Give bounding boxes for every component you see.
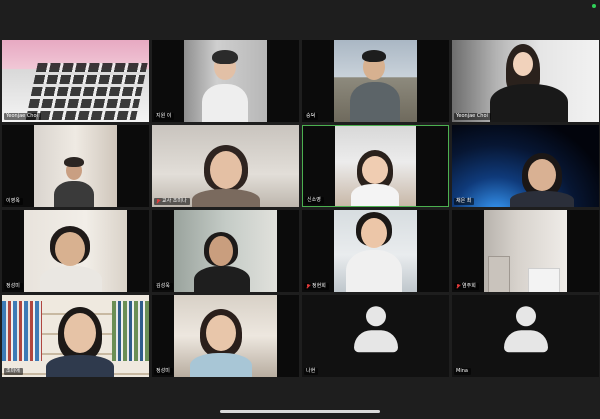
video-feed — [174, 210, 277, 292]
participant-name-tag: 나현 — [304, 368, 319, 375]
video-grid: Yeonjae Choi 지원 이 승덕 Yeonjae Choi 이영옥 교사… — [2, 40, 599, 378]
video-feed — [452, 125, 599, 207]
participant-name-tag: Yeonjae Choi — [454, 113, 491, 120]
video-tile[interactable]: 지원 이 — [152, 40, 299, 122]
participant-name-tag: 김성욱 — [154, 283, 173, 290]
participant-name-tag: Yeonjae Choi — [4, 113, 41, 120]
participant-name-tag: 교사 조미나 — [154, 198, 190, 205]
video-feed — [334, 126, 417, 206]
video-tile[interactable]: Mina — [452, 295, 599, 377]
video-feed — [334, 210, 417, 292]
video-tile[interactable]: 조미애 — [2, 295, 149, 377]
participant-name-tag: 조미애 — [4, 368, 23, 375]
video-feed — [452, 40, 599, 122]
video-tile[interactable]: 정성미 — [152, 295, 299, 377]
video-feed — [2, 295, 149, 377]
participant-name-tag: 정성미 — [4, 283, 23, 290]
video-tile[interactable]: 나현 — [302, 295, 449, 377]
video-tile[interactable]: 정성미 — [2, 210, 149, 292]
video-tile[interactable]: Yeonjae Choi — [2, 40, 149, 122]
video-tile[interactable]: 염주희 — [452, 210, 599, 292]
video-feed — [334, 40, 417, 122]
video-tile-active-speaker[interactable]: 신소영 — [302, 125, 449, 207]
home-indicator[interactable] — [220, 410, 380, 413]
video-feed — [184, 40, 267, 122]
video-feed — [24, 210, 127, 292]
participant-name-tag: Mina — [454, 368, 471, 375]
video-feed — [484, 210, 567, 292]
video-tile[interactable]: 김성욱 — [152, 210, 299, 292]
participant-name-tag: 신소영 — [305, 197, 324, 204]
video-tile[interactable]: Yeonjae Choi — [452, 40, 599, 122]
video-feed — [152, 125, 299, 207]
video-tile[interactable]: 이영옥 — [2, 125, 149, 207]
video-feed — [174, 295, 277, 377]
video-tile[interactable]: 정현희 — [302, 210, 449, 292]
mic-muted-icon — [306, 284, 310, 289]
video-feed — [2, 40, 149, 122]
mic-muted-icon — [156, 199, 160, 204]
avatar-icon — [353, 306, 398, 354]
video-tile[interactable]: 채은 최 — [452, 125, 599, 207]
avatar-icon — [503, 306, 548, 354]
participant-name-tag: 정성미 — [154, 368, 173, 375]
participant-name-tag: 지원 이 — [154, 113, 175, 120]
video-tile[interactable]: 승덕 — [302, 40, 449, 122]
participant-name-tag: 염주희 — [454, 283, 479, 290]
connection-status-dot — [592, 4, 596, 8]
video-feed — [34, 125, 117, 207]
participant-name-tag: 채은 최 — [454, 198, 475, 205]
participant-name-tag: 이영옥 — [4, 198, 23, 205]
mic-muted-icon — [456, 284, 460, 289]
video-tile[interactable]: 교사 조미나 — [152, 125, 299, 207]
participant-name-tag: 정현희 — [304, 283, 329, 290]
participant-name-tag: 승덕 — [304, 113, 319, 120]
